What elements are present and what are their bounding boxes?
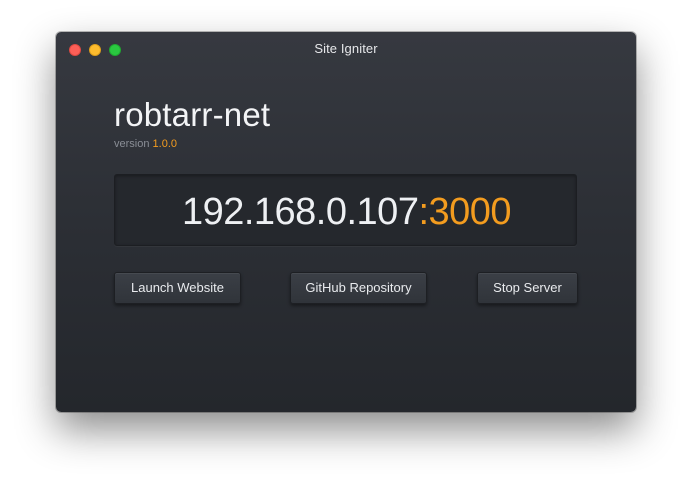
version-label: version [114,138,150,150]
github-repository-button[interactable]: GitHub Repository [290,272,427,304]
title-bar[interactable]: Site Igniter [56,32,636,64]
server-address-panel: 192.168.0.107:3000 [114,174,577,246]
app-window: Site Igniter robtarr-net version 1.0.0 1… [56,32,636,412]
window-title: Site Igniter [314,41,378,56]
version-line: version 1.0.0 [114,138,177,150]
server-separator: : [418,191,429,233]
server-address: 192.168.0.107:3000 [115,191,578,234]
site-name: robtarr-net [114,96,271,133]
server-host: 192.168.0.107 [181,191,419,233]
server-port: 3000 [428,191,512,233]
version-number: 1.0.0 [152,138,177,150]
stop-server-button[interactable]: Stop Server [477,272,578,304]
launch-website-button[interactable]: Launch Website [114,272,241,304]
